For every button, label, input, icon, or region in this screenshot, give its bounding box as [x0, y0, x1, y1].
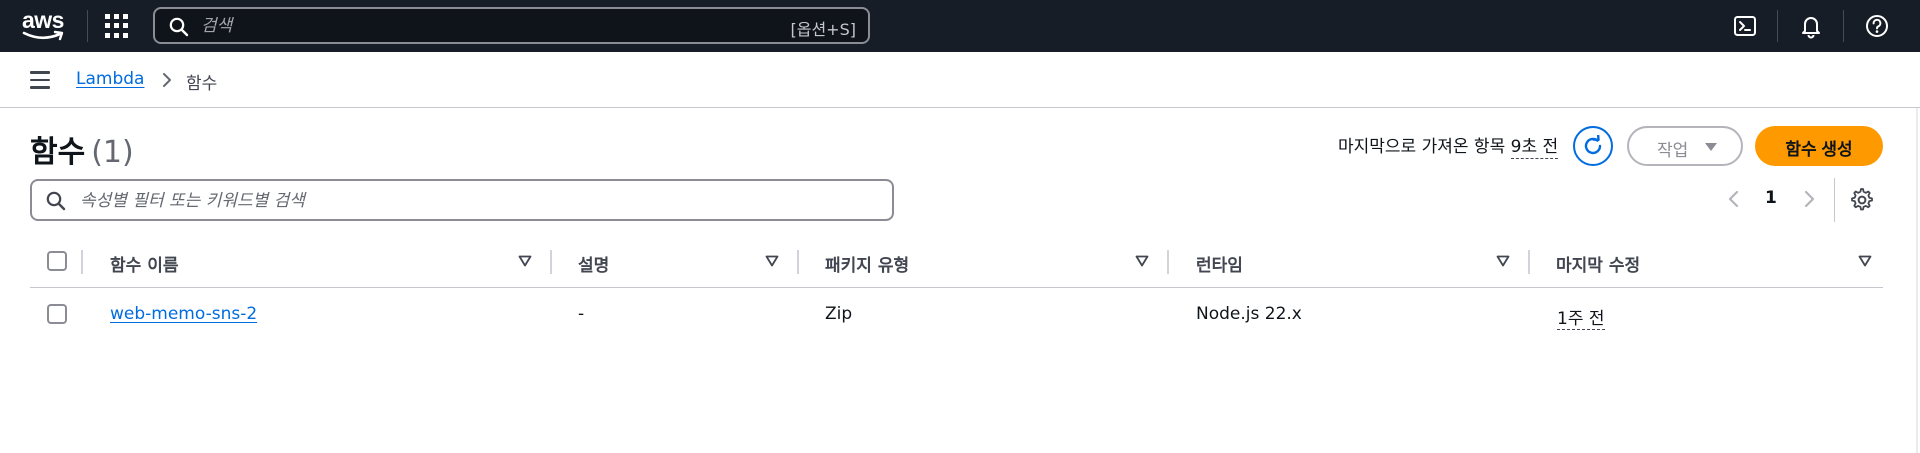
- function-runtime: Node.js 22.x: [1196, 304, 1302, 324]
- sort-caret-icon[interactable]: [1496, 255, 1510, 267]
- breadcrumb-lambda-link[interactable]: Lambda: [76, 69, 144, 89]
- nav-divider: [87, 10, 88, 42]
- current-page-number[interactable]: 1: [1765, 188, 1777, 208]
- chevron-right-icon: [163, 73, 171, 87]
- sort-caret-icon[interactable]: [1858, 255, 1872, 267]
- aws-logo-text: aws: [22, 7, 64, 33]
- search-icon: [169, 17, 189, 37]
- create-function-label: 함수 생성: [1785, 140, 1853, 159]
- filter-search-input[interactable]: [80, 189, 860, 213]
- search-icon: [46, 191, 66, 211]
- column-header-runtime[interactable]: 런타임: [1196, 251, 1243, 276]
- actions-dropdown-button[interactable]: 작업: [1627, 126, 1743, 166]
- help-icon[interactable]: [1864, 13, 1890, 39]
- row-select-checkbox[interactable]: [47, 304, 67, 324]
- global-search-input[interactable]: [201, 13, 741, 38]
- nav-divider: [1777, 10, 1778, 42]
- table-header: 함수 이름 설명 패키지 유형 런타임 마지막 수정: [30, 246, 1883, 288]
- last-fetched-label: 마지막으로 가져온 항목: [1338, 137, 1506, 157]
- global-search[interactable]: [옵션+S]: [153, 7, 870, 44]
- column-header-description[interactable]: 설명: [578, 251, 609, 276]
- notifications-bell-icon[interactable]: [1798, 13, 1824, 39]
- aws-logo[interactable]: aws: [22, 7, 68, 42]
- services-menu-icon[interactable]: [105, 14, 129, 38]
- page-title-text: 함수: [30, 135, 86, 170]
- sort-caret-icon[interactable]: [1135, 255, 1149, 267]
- filter-search[interactable]: [30, 179, 894, 221]
- caret-down-icon: [1705, 143, 1717, 151]
- search-shortcut-hint: [옵션+S]: [790, 20, 857, 39]
- column-separator: [797, 250, 799, 274]
- function-count: (1): [91, 135, 134, 170]
- column-separator: [1528, 250, 1530, 274]
- function-name-link[interactable]: web-memo-sns-2: [110, 304, 257, 324]
- hamburger-menu-icon[interactable]: [30, 71, 50, 89]
- function-package-type: Zip: [825, 304, 853, 324]
- sort-caret-icon[interactable]: [518, 255, 532, 267]
- column-header-function-name[interactable]: 함수 이름: [110, 251, 178, 276]
- pagination-divider: [1834, 178, 1835, 222]
- last-fetched-status: 마지막으로 가져온 항목 9초 전: [1338, 132, 1559, 159]
- nav-divider: [1843, 10, 1844, 42]
- panel-edge-divider: [1916, 108, 1918, 453]
- cloudshell-icon[interactable]: [1732, 13, 1758, 39]
- top-navigation: aws [옵션+S]: [0, 0, 1920, 52]
- actions-label: 작업: [1657, 141, 1689, 160]
- page-title: 함수 (1): [30, 127, 134, 171]
- sort-caret-icon[interactable]: [765, 255, 779, 267]
- last-fetched-time: 9초 전: [1510, 137, 1559, 159]
- refresh-button[interactable]: [1573, 126, 1613, 166]
- chevron-right-icon[interactable]: [1799, 188, 1819, 210]
- column-separator: [1167, 250, 1169, 274]
- column-header-last-modified[interactable]: 마지막 수정: [1556, 251, 1640, 276]
- create-function-button[interactable]: 함수 생성: [1755, 126, 1883, 166]
- refresh-icon: [1584, 135, 1602, 155]
- function-last-modified: 1주 전: [1557, 304, 1605, 330]
- column-separator: [81, 250, 83, 274]
- select-all-checkbox[interactable]: [47, 251, 67, 271]
- column-header-package-type[interactable]: 패키지 유형: [825, 251, 909, 276]
- function-description: -: [578, 304, 585, 324]
- breadcrumb-bar: Lambda 함수: [0, 52, 1920, 108]
- aws-smile-icon: [22, 30, 64, 41]
- breadcrumb-current: 함수: [186, 74, 218, 94]
- chevron-left-icon[interactable]: [1724, 188, 1744, 210]
- table-row: web-memo-sns-2 - Zip Node.js 22.x 1주 전: [30, 288, 1883, 342]
- column-separator: [550, 250, 552, 274]
- gear-icon[interactable]: [1850, 188, 1874, 212]
